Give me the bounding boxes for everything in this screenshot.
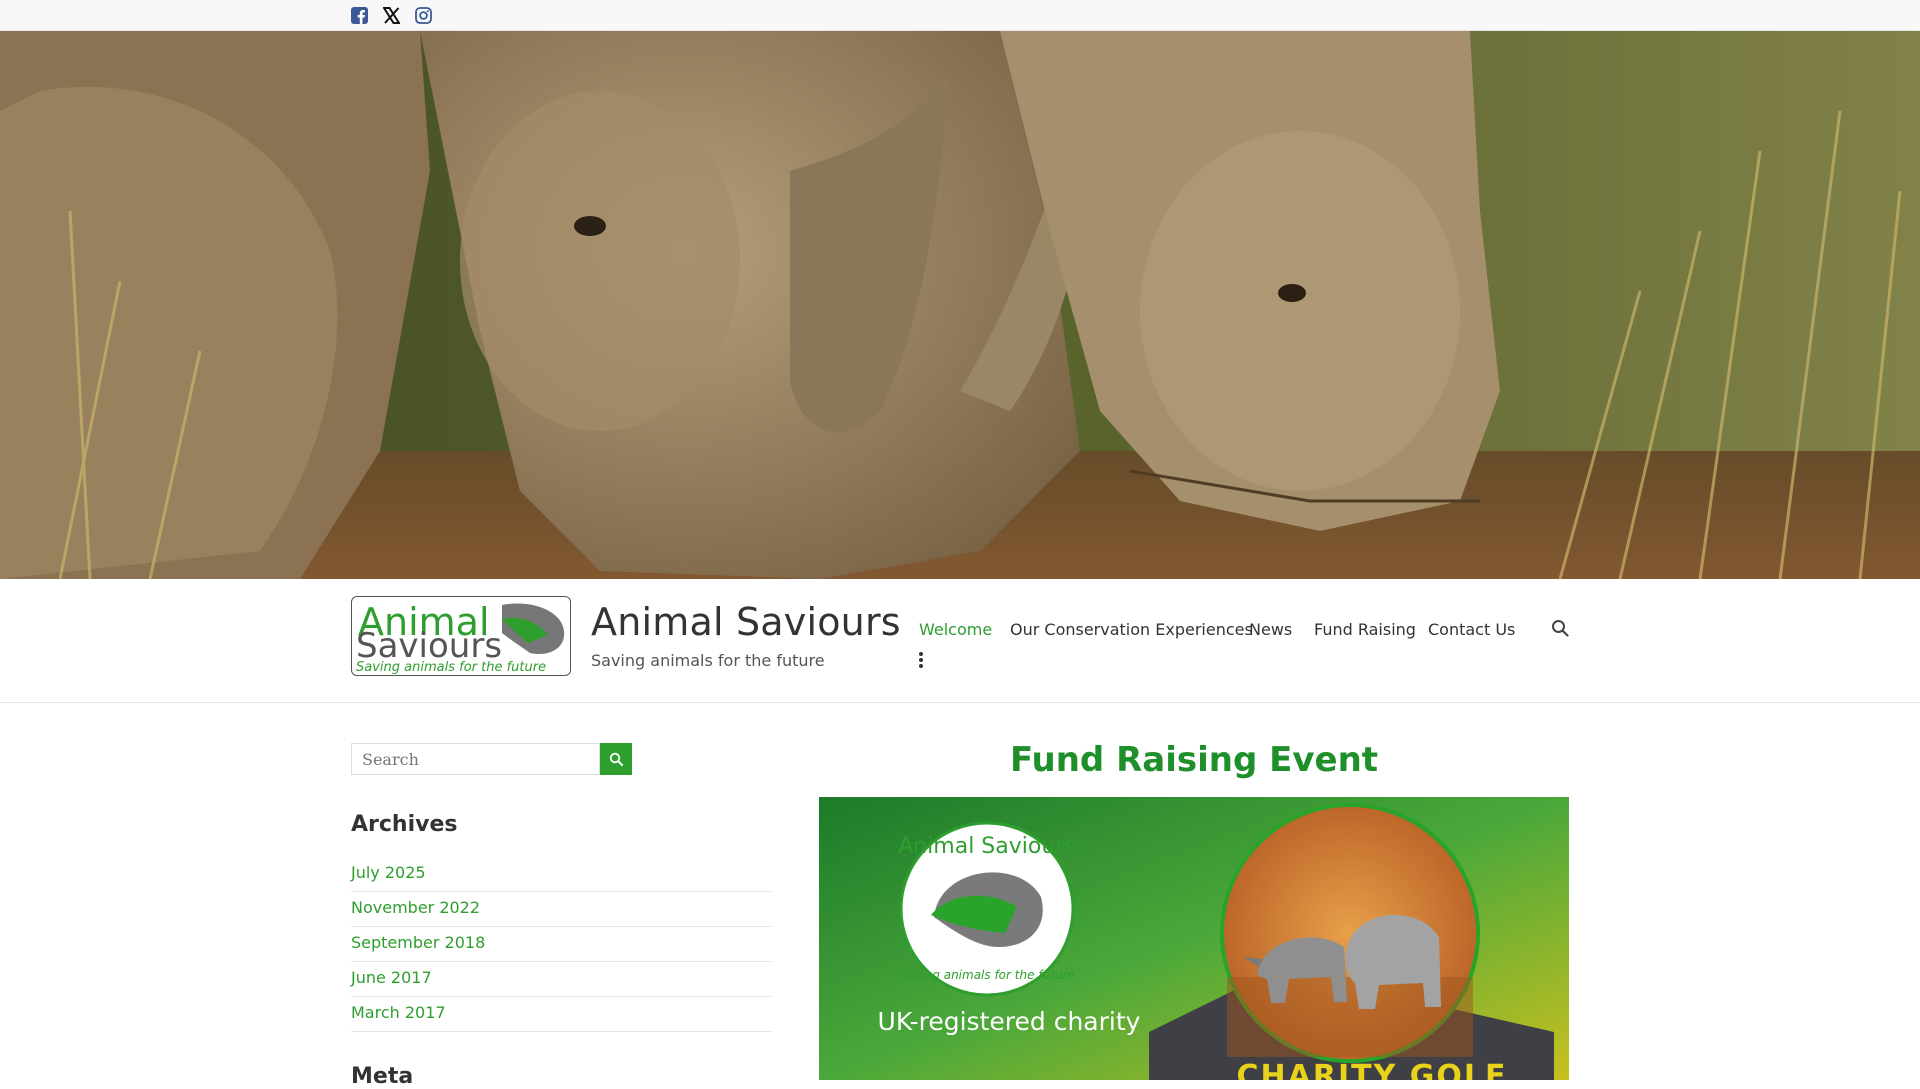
list-item: September 2018 [351,927,771,962]
list-item: July 2025 [351,857,771,892]
instagram-icon[interactable] [412,4,434,26]
archives-widget-title: Archives [351,812,458,837]
sidebar-search-button[interactable] [600,743,632,775]
nav-item-contact-us[interactable]: Contact Us [1428,620,1515,639]
hero-banner-image [0,31,1920,579]
archives-list: July 2025 November 2022 September 2018 J… [351,857,771,1032]
site-title[interactable]: Animal Saviours [591,600,901,644]
top-bar [0,0,1920,31]
featured-image[interactable]: Animal Saviours Saving animals for the f… [819,797,1569,1080]
list-item: June 2017 [351,962,771,997]
svg-text:Saving animals for the future: Saving animals for the future [899,968,1074,982]
nav-item-welcome[interactable]: Welcome [919,620,992,639]
archive-link[interactable]: March 2017 [351,1003,446,1022]
search-icon[interactable] [1551,619,1571,639]
site-logo[interactable]: Animal Saviours Saving animals for the f… [351,596,571,676]
nav-item-fund-raising[interactable]: Fund Raising [1314,620,1416,639]
svg-text:Animal Saviours: Animal Saviours [898,834,1076,859]
meta-widget-title: Meta [351,1064,414,1089]
nav-item-conservation-experiences[interactable]: Our Conservation Experiences [1010,620,1253,639]
archive-link[interactable]: November 2022 [351,898,480,917]
site-tagline: Saving animals for the future [591,651,825,670]
archive-link[interactable]: June 2017 [351,968,432,987]
search-icon [609,752,623,766]
site-header [0,579,1920,703]
x-twitter-icon[interactable] [380,4,402,26]
facebook-icon[interactable] [348,4,370,26]
nav-item-news[interactable]: News [1249,620,1292,639]
kebab-menu-icon[interactable] [917,651,925,669]
list-item: November 2022 [351,892,771,927]
list-item: March 2017 [351,997,771,1032]
svg-text:Saving animals for the future: Saving animals for the future [356,660,546,675]
sidebar-search-input[interactable] [351,743,600,775]
post-title[interactable]: Fund Raising Event [819,740,1569,780]
archive-link[interactable]: July 2025 [351,863,426,882]
featured-image-caption-left: UK-registered charity [877,1007,1141,1036]
archive-link[interactable]: September 2018 [351,933,485,952]
featured-image-caption-right: CHARITY GOLF [1236,1059,1508,1080]
